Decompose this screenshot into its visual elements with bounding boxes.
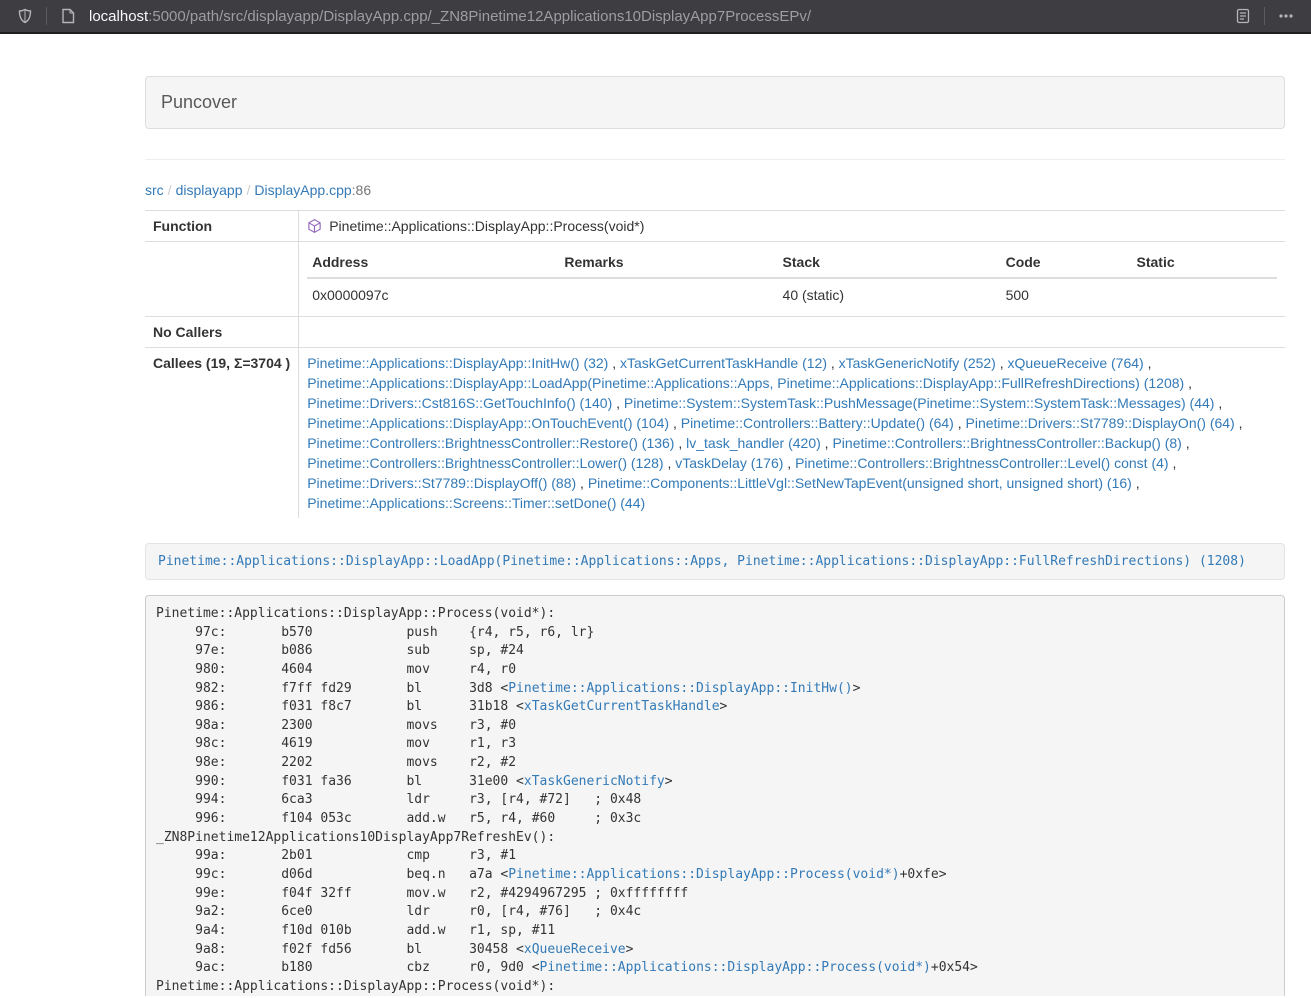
- callee-separator: ,: [1132, 475, 1140, 491]
- breadcrumb-link[interactable]: DisplayApp.cpp: [254, 182, 351, 198]
- browser-url-bar[interactable]: localhost:5000/path/src/displayapp/Displ…: [0, 0, 1311, 34]
- highlighted-symbol-box: Pinetime::Applications::DisplayApp::Load…: [145, 543, 1285, 580]
- callee-separator: ,: [783, 455, 795, 471]
- page-title: Puncover: [146, 77, 1284, 128]
- callee-separator: ,: [1144, 355, 1152, 371]
- column-header-remarks: Remarks: [559, 247, 777, 278]
- function-name: Pinetime::Applications::DisplayApp::Proc…: [329, 216, 644, 236]
- callee-separator: ,: [612, 395, 624, 411]
- callees-label: Callees (19, Σ=3704 ): [145, 348, 299, 519]
- app-header-panel: Puncover: [145, 76, 1285, 129]
- callee-link[interactable]: Pinetime::Applications::DisplayApp::OnTo…: [307, 415, 669, 431]
- callee-separator: ,: [669, 415, 681, 431]
- page-body: Puncover src/displayapp/DisplayApp.cpp:8…: [0, 34, 1311, 996]
- table-row: Address Remarks Stack Code Static 0x0000…: [145, 242, 1285, 317]
- callee-separator: ,: [1169, 455, 1177, 471]
- callee-link[interactable]: Pinetime::Controllers::BrightnessControl…: [795, 455, 1168, 471]
- callee-separator: ,: [827, 355, 839, 371]
- callee-link[interactable]: lv_task_handler (420): [686, 435, 821, 451]
- function-row-label: Function: [145, 211, 299, 242]
- callee-link[interactable]: xTaskGenericNotify (252): [839, 355, 996, 371]
- callee-separator: ,: [821, 435, 833, 451]
- column-header-code: Code: [1001, 247, 1132, 278]
- no-callers-label: No Callers: [145, 317, 299, 348]
- divider: [145, 159, 1285, 160]
- callee-link[interactable]: Pinetime::Drivers::Cst816S::GetTouchInfo…: [307, 395, 612, 411]
- breadcrumb-separator: /: [164, 182, 176, 198]
- callee-separator: ,: [576, 475, 588, 491]
- callee-link[interactable]: Pinetime::Controllers::BrightnessControl…: [832, 435, 1181, 451]
- callee-link[interactable]: Pinetime::Controllers::Battery::Update()…: [681, 415, 954, 431]
- code-symbol-link[interactable]: Pinetime::Applications::DisplayApp::Init…: [508, 681, 852, 696]
- table-row: Callees (19, Σ=3704 ) Pinetime::Applicat…: [145, 348, 1285, 519]
- code-symbol-link[interactable]: xQueueReceive: [524, 942, 626, 957]
- table-row: No Callers: [145, 317, 1285, 348]
- callee-separator: ,: [1182, 435, 1190, 451]
- callee-link[interactable]: xTaskGetCurrentTaskHandle (12): [620, 355, 827, 371]
- symbol-table: Function Pinetime::Applications::Display…: [145, 210, 1285, 518]
- code-symbol-link[interactable]: Pinetime::Applications::DisplayApp::Proc…: [540, 960, 931, 975]
- callee-separator: ,: [608, 355, 620, 371]
- column-header-static: Static: [1132, 247, 1278, 278]
- callee-link[interactable]: Pinetime::Applications::DisplayApp::Load…: [307, 375, 1184, 391]
- callee-link[interactable]: Pinetime::Applications::DisplayApp::Init…: [307, 355, 608, 371]
- url-host: localhost: [89, 8, 148, 25]
- function-cube-icon: [307, 218, 322, 234]
- menu-meatballs-icon[interactable]: [1271, 3, 1301, 29]
- breadcrumb-link[interactable]: displayapp: [176, 182, 243, 198]
- callee-separator: ,: [954, 415, 966, 431]
- callee-link[interactable]: Pinetime::Drivers::St7789::DisplayOff() …: [307, 475, 576, 491]
- breadcrumb-link[interactable]: src: [145, 182, 164, 198]
- callee-separator: ,: [996, 355, 1008, 371]
- callee-separator: ,: [1235, 415, 1243, 431]
- stack-value: 40 (static): [778, 278, 1001, 311]
- url-path: :5000/path/src/displayapp/DisplayApp.cpp…: [148, 8, 811, 25]
- callee-link[interactable]: Pinetime::Components::LittleVgl::SetNewT…: [588, 475, 1132, 491]
- static-value: [1132, 278, 1278, 311]
- column-header-address: Address: [307, 247, 559, 278]
- code-symbol-link[interactable]: Pinetime::Applications::DisplayApp::Proc…: [508, 867, 899, 882]
- callee-link[interactable]: xQueueReceive (764): [1008, 355, 1144, 371]
- column-header-stack: Stack: [778, 247, 1001, 278]
- breadcrumb-separator: /: [243, 182, 255, 198]
- code-symbol-link[interactable]: xTaskGenericNotify: [524, 774, 665, 789]
- callee-link[interactable]: Pinetime::Controllers::BrightnessControl…: [307, 455, 663, 471]
- callees-list: Pinetime::Applications::DisplayApp::Init…: [299, 348, 1285, 519]
- callee-link[interactable]: Pinetime::Controllers::BrightnessControl…: [307, 435, 674, 451]
- remarks-value: [559, 278, 777, 311]
- breadcrumb-line-number: :86: [352, 182, 371, 198]
- code-symbol-link[interactable]: xTaskGetCurrentTaskHandle: [524, 699, 720, 714]
- callee-link[interactable]: vTaskDelay (176): [675, 455, 783, 471]
- url-text[interactable]: localhost:5000/path/src/displayapp/Displ…: [89, 8, 1228, 25]
- code-size-value: 500: [1001, 278, 1132, 311]
- callee-link[interactable]: Pinetime::Drivers::St7789::DisplayOn() (…: [966, 415, 1235, 431]
- reader-view-icon[interactable]: [1228, 3, 1258, 29]
- callee-separator: ,: [1214, 395, 1222, 411]
- toolbar-divider: [46, 7, 47, 25]
- breadcrumb: src/displayapp/DisplayApp.cpp:86: [145, 182, 1285, 198]
- callee-link[interactable]: Pinetime::Applications::Screens::Timer::…: [307, 495, 645, 511]
- callee-separator: ,: [674, 435, 686, 451]
- callee-link[interactable]: Pinetime::System::SystemTask::PushMessag…: [624, 395, 1215, 411]
- callee-separator: ,: [1184, 375, 1192, 391]
- highlighted-symbol-link[interactable]: Pinetime::Applications::DisplayApp::Load…: [158, 554, 1246, 569]
- table-row: 0x0000097c 40 (static) 500: [307, 278, 1277, 311]
- callee-separator: ,: [664, 455, 676, 471]
- address-stack-table: Address Remarks Stack Code Static 0x0000…: [307, 247, 1277, 311]
- address-value: 0x0000097c: [307, 278, 559, 311]
- table-row: Function Pinetime::Applications::Display…: [145, 211, 1285, 242]
- disassembly: Pinetime::Applications::DisplayApp::Proc…: [145, 595, 1285, 996]
- shield-icon[interactable]: [10, 3, 40, 29]
- page-info-icon[interactable]: [53, 3, 83, 29]
- toolbar-divider: [1264, 7, 1265, 25]
